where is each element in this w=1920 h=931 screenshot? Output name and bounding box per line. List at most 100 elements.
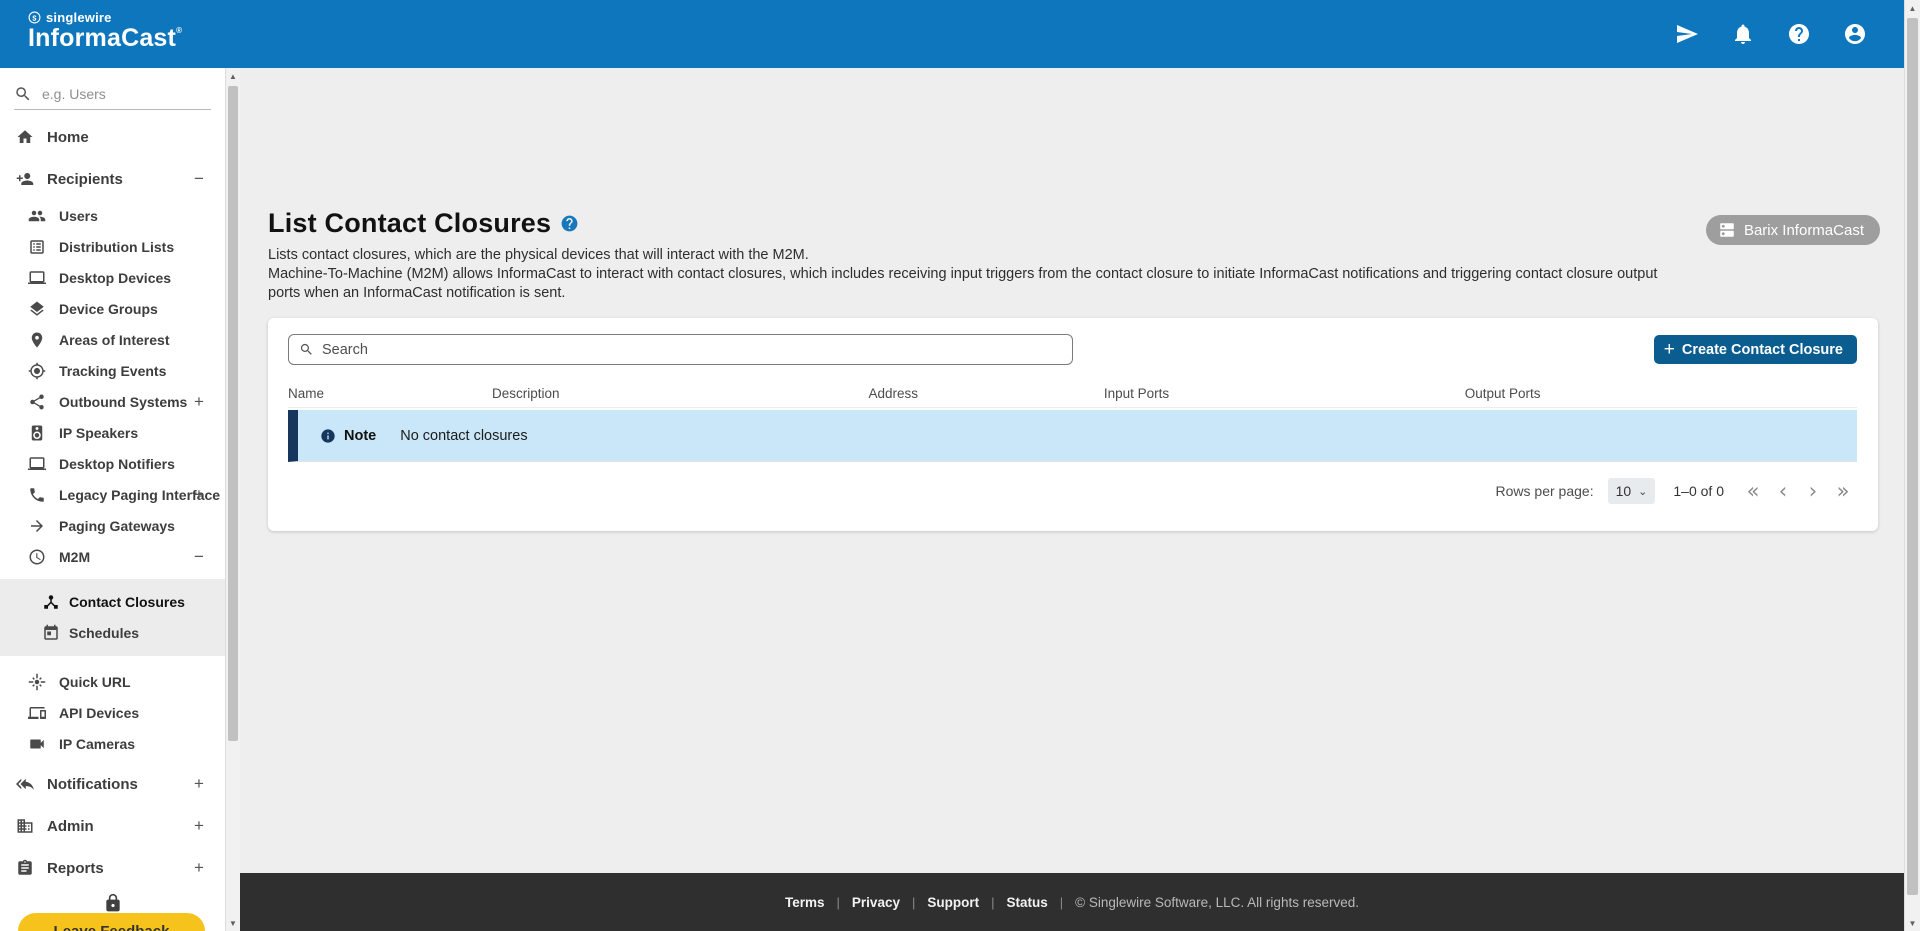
sidebar-item-label: Schedules (69, 624, 140, 641)
sidebar-item-desktop-devices[interactable]: Desktop Devices (0, 262, 225, 293)
next-page-icon[interactable]: › (1798, 480, 1828, 502)
sidebar-item-users[interactable]: Users (0, 200, 225, 231)
page-description-line1: Lists contact closures, which are the ph… (268, 247, 809, 263)
sidebar-item-api-devices[interactable]: API Devices (0, 697, 225, 728)
footer-link-privacy[interactable]: Privacy (852, 895, 900, 910)
sidebar-item-label: IP Cameras (59, 735, 136, 752)
contact-closures-card: + Create Contact Closure Name Description… (268, 318, 1878, 531)
sidebar-item-device-groups[interactable]: Device Groups (0, 293, 225, 324)
sidebar-search-input[interactable] (42, 85, 223, 102)
sidebar-item-schedules[interactable]: Schedules (0, 617, 225, 648)
sidebar-item-label: Recipients (47, 170, 123, 188)
scroll-down-icon[interactable]: ▼ (1905, 915, 1920, 931)
sidebar-item-quick-url[interactable]: Quick URL (0, 666, 225, 697)
expand-icon[interactable]: + (191, 774, 207, 794)
page-scrollbar-thumb[interactable] (1907, 18, 1918, 895)
brand-singlewire: singlewire (28, 10, 182, 25)
note-label: Note (344, 427, 377, 444)
sidebar-item-distribution-lists[interactable]: Distribution Lists (0, 231, 225, 262)
sidebar-item-desktop-notifiers[interactable]: Desktop Notifiers (0, 448, 225, 479)
footer-link-status[interactable]: Status (1007, 895, 1048, 910)
expand-icon[interactable]: + (191, 858, 207, 878)
page-header: List Contact Closures Lists contact clos… (268, 208, 1684, 303)
create-contact-closure-button[interactable]: + Create Contact Closure (1653, 335, 1857, 364)
sidebar-item-home[interactable]: Home (0, 116, 225, 158)
scroll-down-icon[interactable]: ▼ (226, 915, 240, 931)
page-help-button[interactable] (560, 214, 579, 233)
sidebar-item-label: Distribution Lists (59, 238, 175, 255)
column-header-output-ports: Output Ports (1464, 386, 1541, 401)
sidebar: Home Recipients − Users Distribution Lists De… (0, 68, 225, 931)
sidebar-item-areas-of-interest[interactable]: Areas of Interest (0, 324, 225, 355)
pagination-range: 1–0 of 0 (1673, 483, 1724, 499)
last-page-icon[interactable]: » (1828, 480, 1858, 502)
sidebar-item-label: Desktop Notifiers (59, 455, 175, 472)
sidebar-item-label: Quick URL (59, 673, 131, 690)
brand-logo[interactable]: singlewire InformaCast® (28, 10, 182, 53)
pagination: Rows per page: 10 ⌄ 1–0 of 0 « ‹ › » (1496, 470, 1858, 512)
column-header-name: Name (288, 386, 325, 401)
brand-informacast: InformaCast® (28, 24, 183, 52)
expand-icon[interactable]: + (191, 392, 207, 412)
app-bar: singlewire InformaCast® (0, 0, 1904, 68)
scroll-up-icon[interactable]: ▲ (226, 68, 240, 84)
first-page-icon[interactable]: « (1738, 480, 1768, 502)
sidebar-item-recipients[interactable]: Recipients − (0, 158, 225, 200)
collapse-icon[interactable]: − (191, 547, 207, 567)
table-search-input[interactable] (322, 341, 1062, 358)
sidebar-item-label: Contact Closures (69, 593, 185, 610)
person-add-icon (16, 173, 34, 185)
sidebar-item-reports[interactable]: Reports + (0, 847, 225, 889)
sidebar-item-label: Users (59, 207, 98, 224)
sidebar-item-ip-cameras[interactable]: IP Cameras (0, 728, 225, 759)
barix-informacast-button[interactable]: Barix InformaCast (1705, 215, 1880, 245)
bell-button[interactable] (1730, 21, 1756, 47)
page-scrollbar[interactable]: ▲ ▼ (1904, 0, 1920, 931)
sidebar-item-m2m[interactable]: M2M − (0, 541, 225, 572)
sidebar-item-label: Paging Gateways (59, 517, 175, 534)
sidebar-item-outbound-systems[interactable]: Outbound Systems + (0, 386, 225, 417)
footer-separator: | (911, 894, 916, 910)
sidebar-item-legacy-paging-interface[interactable]: Legacy Paging Interface + (0, 479, 225, 510)
footer-link-support[interactable]: Support (927, 895, 979, 910)
sidebar-item-label: Notifications (47, 775, 138, 793)
sidebar-item-admin[interactable]: Admin + (0, 805, 225, 847)
prev-page-icon[interactable]: ‹ (1768, 480, 1798, 502)
help-button[interactable] (1786, 21, 1812, 47)
home-icon (17, 130, 33, 143)
schedules-icon (44, 624, 58, 640)
ip-cameras-icon (30, 739, 44, 748)
rows-per-page-select[interactable]: 10 ⌄ (1607, 478, 1656, 504)
sidebar-item-ip-speakers[interactable]: IP Speakers (0, 417, 225, 448)
ip-speakers-icon (31, 425, 43, 440)
expand-icon[interactable]: + (191, 485, 207, 505)
brand-singlewire-text: singlewire (46, 10, 112, 25)
expand-icon[interactable]: + (191, 816, 207, 836)
sidebar-item-tracking-events[interactable]: Tracking Events (0, 355, 225, 386)
singlewire-logo-icon (28, 11, 41, 24)
sidebar-item-contact-closures[interactable]: Contact Closures (0, 586, 225, 617)
account-button[interactable] (1842, 21, 1868, 47)
scroll-up-icon[interactable]: ▲ (1905, 0, 1920, 16)
distribution-lists-icon (30, 239, 44, 254)
column-header-address: Address (868, 386, 919, 401)
footer-link-terms[interactable]: Terms (785, 895, 825, 910)
page-description: Lists contact closures, which are the ph… (268, 246, 1684, 303)
leave-feedback-button[interactable]: Leave Feedback (18, 913, 205, 931)
rows-per-page-value: 10 (1615, 483, 1632, 499)
dns-icon (1720, 223, 1734, 237)
sidebar-scrollbar-thumb[interactable] (228, 86, 238, 741)
send-button[interactable] (1674, 21, 1700, 47)
paging-gateways-icon (31, 519, 43, 532)
sidebar-scrollbar[interactable]: ▲ ▼ (225, 68, 240, 931)
barix-button-label: Barix InformaCast (1743, 221, 1864, 239)
collapse-icon[interactable]: − (191, 169, 207, 189)
page-title: List Contact Closures (268, 208, 552, 238)
table-search (288, 334, 1073, 365)
sidebar-item-paging-gateways[interactable]: Paging Gateways (0, 510, 225, 541)
brand-trademark: ® (176, 26, 183, 35)
sidebar-item-label: IP Speakers (59, 424, 139, 441)
rows-per-page-label: Rows per page: (1495, 483, 1594, 499)
footer-copyright: © Singlewire Software, LLC. All rights r… (1075, 894, 1359, 910)
sidebar-item-notifications[interactable]: Notifications + (0, 763, 225, 805)
